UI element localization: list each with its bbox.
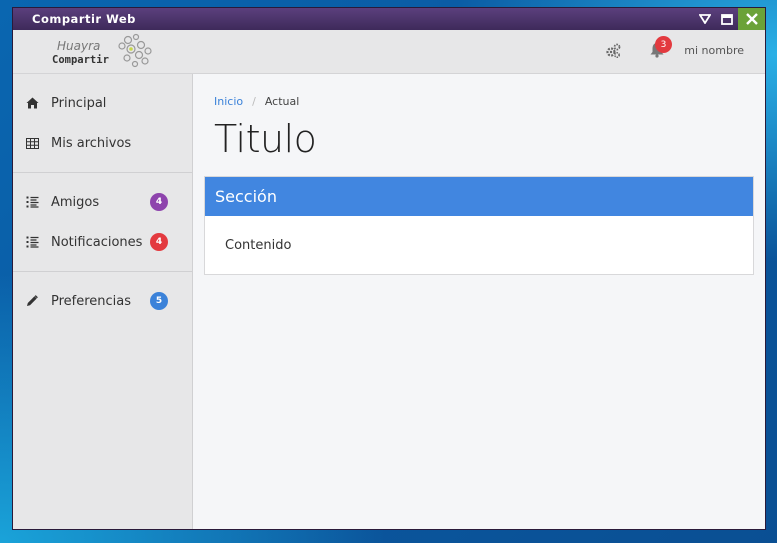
sidebar-item-principal[interactable]: Principal — [13, 83, 192, 123]
app-window: Compartir Web Huayra Compartir 3 mi nomb… — [13, 8, 765, 529]
breadcrumb-current: Actual — [264, 95, 300, 108]
window-title: Compartir Web — [32, 12, 136, 26]
maximize-icon — [721, 13, 733, 25]
close-icon — [745, 13, 758, 25]
close-button[interactable] — [738, 8, 765, 30]
home-icon — [25, 96, 39, 110]
table-icon — [25, 136, 39, 150]
list-icon — [25, 235, 39, 249]
sidebar-item-label: Mis archivos — [51, 135, 132, 151]
content-panel: Sección Contenido — [204, 176, 754, 275]
notification-badge: 3 — [655, 36, 672, 53]
sidebar-item-label: Principal — [51, 95, 107, 111]
main-content: Inicio / Actual Titulo Sección Contenido — [193, 74, 765, 529]
sidebar-item-preferencias[interactable]: Preferencias 5 — [13, 281, 192, 321]
flower-logo-icon — [118, 33, 152, 68]
pencil-icon — [25, 294, 39, 308]
sidebar-item-label: Notificaciones — [51, 234, 143, 250]
chevron-down-icon — [699, 14, 711, 24]
window-titlebar[interactable]: Compartir Web — [13, 8, 765, 30]
logo-text-line2: Compartir — [52, 54, 109, 66]
breadcrumb: Inicio / Actual — [214, 95, 299, 108]
window-controls — [694, 8, 765, 30]
breadcrumb-home-link[interactable]: Inicio — [214, 95, 243, 108]
sidebar-item-notificaciones[interactable]: Notificaciones 4 — [13, 222, 192, 262]
sidebar-item-label: Preferencias — [51, 293, 132, 309]
sidebar: Principal Mis archivos Amigos 4 Notifica… — [13, 74, 193, 529]
sidebar-item-mis-archivos[interactable]: Mis archivos — [13, 123, 192, 163]
notificaciones-count-badge: 4 — [150, 233, 168, 251]
notifications-button[interactable]: 3 — [650, 36, 672, 62]
page-title: Titulo — [214, 117, 317, 161]
breadcrumb-separator: / — [252, 95, 256, 108]
sidebar-item-label: Amigos — [51, 194, 100, 210]
app-header: Huayra Compartir 3 mi nombre — [13, 30, 765, 74]
logo-text-line1: Huayra — [57, 39, 101, 53]
amigos-count-badge: 4 — [150, 193, 168, 211]
nav-group-settings: Preferencias 5 — [13, 271, 192, 330]
maximize-button[interactable] — [716, 8, 738, 30]
nav-group-main: Principal Mis archivos — [13, 74, 192, 172]
panel-heading: Sección — [205, 177, 753, 216]
sidebar-item-amigos[interactable]: Amigos 4 — [13, 182, 192, 222]
settings-gears-icon[interactable] — [605, 43, 621, 59]
nav-group-social: Amigos 4 Notificaciones 4 — [13, 172, 192, 271]
user-menu[interactable]: mi nombre — [684, 44, 744, 57]
preferencias-count-badge: 5 — [150, 292, 168, 310]
huayra-logo[interactable]: Huayra Compartir — [50, 32, 160, 72]
panel-body: Contenido — [225, 238, 292, 253]
list-icon — [25, 195, 39, 209]
minimize-button[interactable] — [694, 8, 716, 30]
